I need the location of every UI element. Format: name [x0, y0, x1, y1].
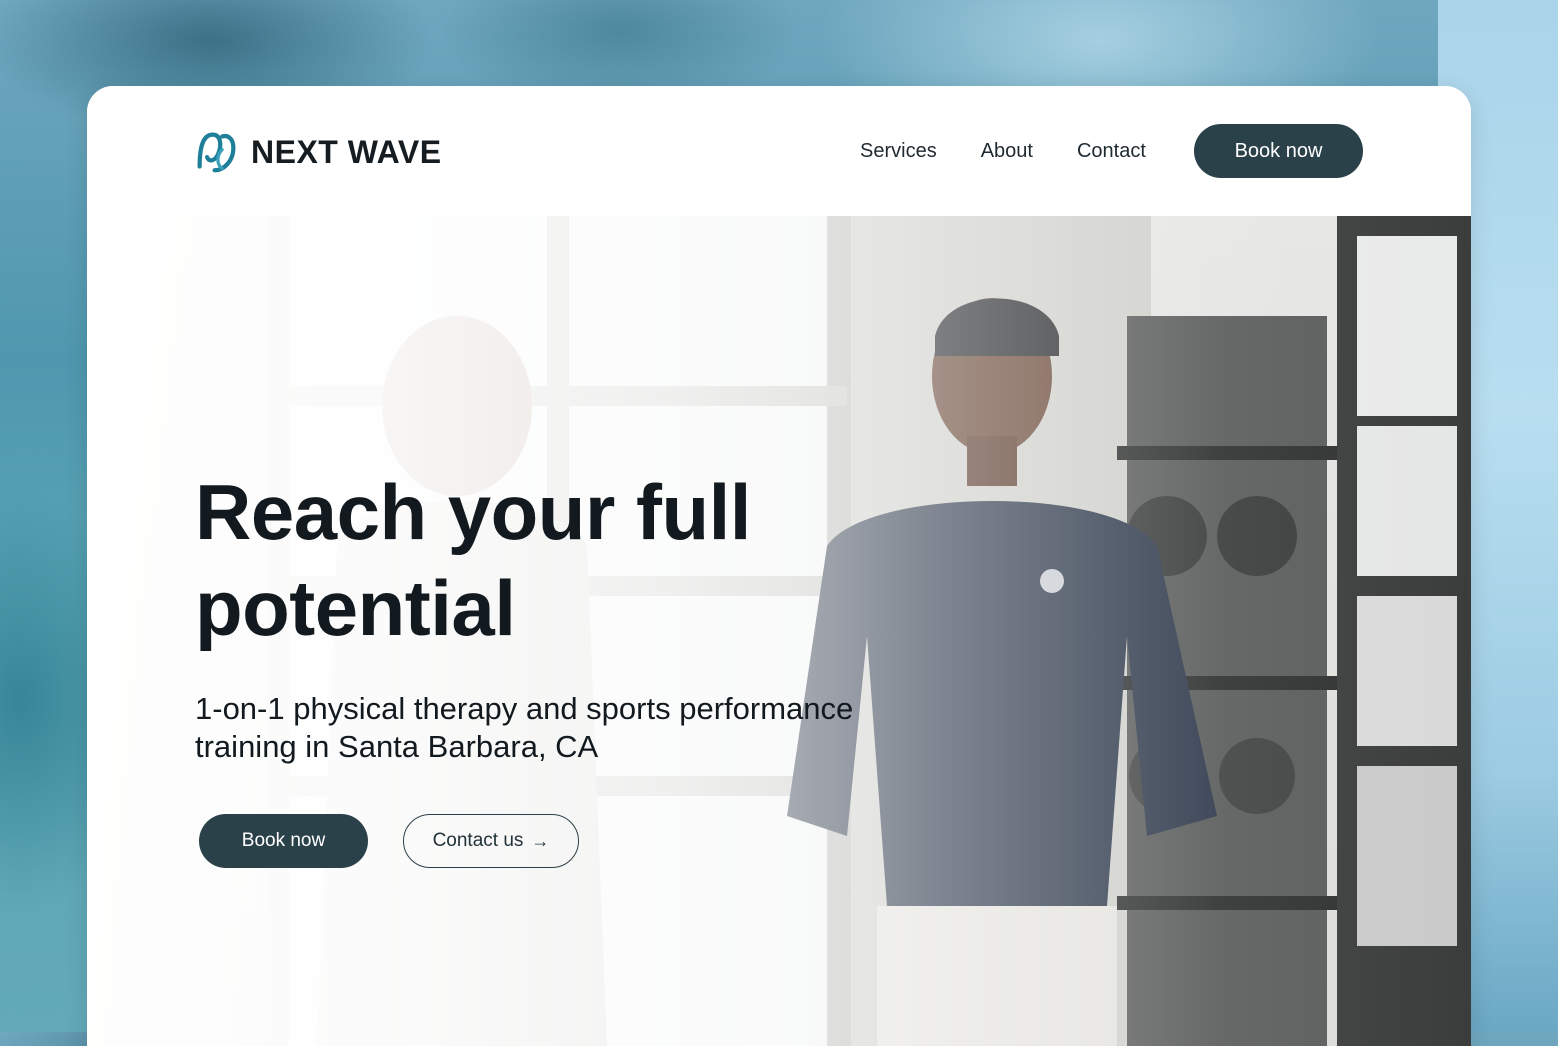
hero-section: Reach your full potential 1-on-1 physica…: [87, 216, 1471, 1046]
hero-subtitle: 1-on-1 physical therapy and sports perfo…: [195, 691, 854, 764]
brand-name: NEXT WAVE: [251, 133, 442, 170]
hero-title: Reach your full potential: [195, 468, 751, 652]
nav-link-services[interactable]: Services: [860, 138, 937, 164]
contact-us-label: Contact us: [432, 830, 524, 851]
nav-link-about[interactable]: About: [981, 138, 1033, 164]
wave-logo-icon: [197, 132, 236, 173]
nav-menu: Services About Contact: [860, 138, 1146, 164]
site-card: NEXT WAVE Services About Contact Book no…: [87, 86, 1471, 1046]
navbar: NEXT WAVE Services About Contact Book no…: [87, 86, 1471, 216]
contact-us-button[interactable]: Contact us →: [403, 814, 579, 868]
nav-book-now-button[interactable]: Book now: [1194, 124, 1363, 178]
hero-content: Reach your full potential 1-on-1 physica…: [195, 464, 955, 766]
hero-actions: Book now Contact us →: [199, 814, 579, 868]
nav-link-contact[interactable]: Contact: [1077, 138, 1146, 164]
arrow-right-icon: →: [531, 831, 550, 851]
brand-logo[interactable]: NEXT WAVE: [194, 129, 442, 174]
hero-book-now-button[interactable]: Book now: [199, 814, 368, 868]
